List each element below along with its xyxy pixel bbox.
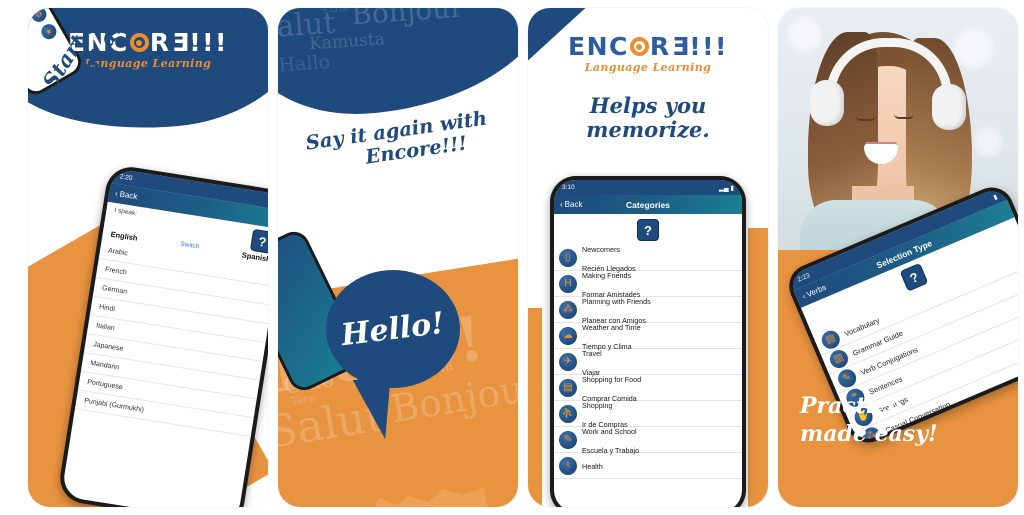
category-label-en: Work and School — [582, 427, 637, 437]
chevron-left-icon: ‹ — [560, 200, 563, 209]
speech-bubble-text: Hello! — [339, 305, 447, 353]
language-name: Arabic — [107, 246, 129, 257]
speech-bubble: Hello! — [326, 270, 460, 442]
back-button[interactable]: ‹ Back — [114, 189, 138, 201]
category-label-en: Health — [582, 462, 603, 472]
back-label: Back — [564, 200, 583, 209]
status-time: 2:23 — [796, 272, 811, 284]
status-indicators: ▮ — [992, 193, 999, 202]
logo-text-enc: ENC — [568, 32, 629, 61]
category-label-en: Newcomers — [582, 245, 620, 255]
bokeh-decor — [974, 128, 1002, 156]
logo-wordmark: ENC R E!!! — [528, 32, 768, 61]
language-name: French — [104, 265, 128, 276]
cloud-word: 今日は — [318, 8, 349, 16]
logo-ring-icon — [629, 37, 649, 56]
handshake-icon: H — [559, 274, 577, 293]
categories-phone: 3:10 ▂▄ ▮ ‹ Back Categories ? ▯ Newcomer… — [550, 176, 746, 507]
panel3-headline: Helps you memorize. — [528, 93, 768, 143]
phone-status-bar: 3:10 ▂▄ ▮ — [554, 180, 742, 195]
weather-icon: ☁ — [559, 326, 577, 345]
help-button[interactable]: ? — [637, 219, 659, 241]
help-button[interactable]: ? — [899, 262, 929, 292]
orange-accent-right — [748, 228, 768, 507]
cloud-word: Hello! — [278, 8, 405, 17]
language-name: Punjabi (Gurmukhi) — [83, 397, 145, 414]
list-item[interactable]: ⚕ Health — [554, 453, 742, 479]
headphone-cup-left-icon — [810, 80, 844, 126]
chevron-left-icon: ‹ — [114, 188, 119, 199]
speech-bubble-tail-icon — [352, 376, 398, 442]
category-label-en: Shopping — [582, 401, 613, 411]
panel4-headline-line2: made easy! — [800, 421, 938, 448]
back-label: Verbs — [805, 282, 828, 300]
suitcase-icon: ▯ — [559, 248, 577, 267]
switch-button[interactable]: Switch — [180, 241, 200, 253]
promo-panel-start-speaking[interactable]: H ❝ ⚙ ★ ENCRE!!! Language Learning Start… — [28, 8, 268, 507]
logo-tagline: Language Learning — [584, 61, 712, 74]
logo-bangs: !!! — [689, 32, 728, 61]
language-name: Japanese — [92, 340, 124, 353]
language-name: Hindi — [98, 303, 116, 313]
category-icon-decor: ⚙ — [28, 8, 50, 25]
eye-right — [894, 114, 914, 119]
logo-reversed-e-icon: E — [170, 28, 190, 57]
back-button[interactable]: ‹ Verbs — [801, 283, 828, 301]
category-label-en: Making Friends — [582, 271, 632, 281]
category-label-en: Weather and Time — [582, 323, 641, 333]
cloud-word: Hallo — [278, 51, 331, 77]
bags-icon: ⛹ — [559, 404, 577, 423]
eye-left — [856, 116, 876, 121]
panel4-headline: Practice made easy! — [800, 392, 938, 449]
bokeh-decor — [788, 18, 822, 52]
language-select-phone: 2:20 ▮ ‹ Back I speak: ? English Switch — [56, 163, 268, 507]
bokeh-decor — [954, 28, 994, 68]
panel3-headline-line1: Helps you — [589, 93, 707, 118]
back-label: Back — [119, 189, 139, 202]
cloud-word: Salut — [278, 8, 337, 47]
category-label-en: Shopping for Food — [582, 375, 642, 385]
status-time: 3:10 — [562, 184, 575, 191]
word-cloud-top: Hello! Salut Bonjour Kamusta Здраво Hall… — [278, 8, 518, 122]
cloud-word: Bonjour — [349, 8, 465, 32]
panel4-headline-line1: Practice — [800, 392, 902, 419]
headphone-cup-right-icon — [932, 84, 966, 130]
status-time: 2:20 — [119, 173, 133, 183]
logo-reversed-e-icon: E — [670, 32, 690, 61]
school-icon: ✎ — [559, 430, 577, 449]
navy-header-shape: Hello! Salut Bonjour Kamusta Здраво Hall… — [278, 8, 518, 123]
language-name: Portuguese — [86, 378, 124, 391]
health-icon: ⚕ — [559, 456, 577, 475]
decorative-map-graphic — [322, 459, 492, 507]
list-item[interactable]: ✎ Work and School Escuela y Trabajo — [554, 427, 742, 455]
language-name: Mandarin — [89, 359, 120, 371]
airplane-icon: ✈ — [559, 352, 577, 371]
panel3-headline-line2: memorize. — [586, 117, 710, 143]
i-speak-label: I speak: — [113, 206, 138, 218]
language-name: Italian — [95, 321, 116, 332]
people-icon: ⁂ — [559, 300, 577, 319]
cloud-word: Kamusta — [308, 29, 385, 55]
orange-accent-left — [528, 308, 542, 507]
status-indicators: ▂▄ ▮ — [719, 184, 734, 192]
category-label-es: Escuela y Trabajo — [582, 445, 640, 455]
logo-ring-icon — [129, 33, 149, 52]
logo-text-r: R — [149, 28, 171, 57]
category-label-en: Planning with Friends — [582, 297, 651, 307]
category-label-en: Travel — [582, 349, 602, 359]
promo-panel-helps-you-memorize[interactable]: ENC R E!!! Language Learning Helps you mem… — [528, 8, 768, 507]
panel2-headline: Say it again with Encore!!! — [290, 105, 506, 179]
help-button[interactable]: ? — [249, 228, 268, 254]
market-icon: ▤ — [559, 378, 577, 397]
logo-text-r: R — [649, 32, 671, 61]
promo-panel-say-it-again[interactable]: Hello! Salut Bonjour Kamusta Здраво Hall… — [278, 8, 518, 507]
logo-bangs: !!! — [189, 28, 228, 57]
app-screenshot-gallery: H ❝ ⚙ ★ ENCRE!!! Language Learning Start… — [0, 0, 1024, 515]
language-name: German — [101, 284, 128, 296]
cloud-word: Tere — [289, 391, 316, 408]
phone-nav-bar: ‹ Back Categories — [554, 195, 742, 214]
back-button[interactable]: ‹ Back — [560, 200, 582, 209]
encore-logo: ENC R E!!! Language Learning — [528, 32, 768, 74]
promo-panel-practice-made-easy[interactable]: 2:23 ▮ ‹ Verbs Selection Type ? ▤ Vocabul… — [778, 8, 1018, 507]
